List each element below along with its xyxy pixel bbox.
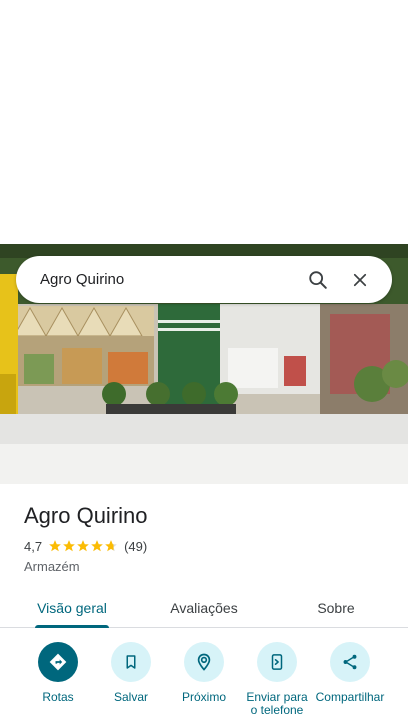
star-icon	[63, 540, 75, 552]
directions-label: Rotas	[42, 690, 74, 704]
save-button[interactable]: Salvar	[94, 642, 168, 704]
share-label: Compartilhar	[315, 690, 385, 704]
send-to-phone-label: Enviar para o telefone	[246, 690, 308, 717]
rating-row[interactable]: 4,7 (49)	[24, 537, 384, 555]
place-title: Agro Quirino	[24, 503, 148, 528]
place-tabs: Visão geral Avaliações Sobre	[0, 588, 408, 628]
star-icon	[105, 540, 117, 552]
tab-about[interactable]: Sobre	[284, 588, 388, 628]
save-label: Salvar	[113, 690, 148, 704]
star-icon	[77, 540, 89, 552]
tab-overview[interactable]: Visão geral	[20, 588, 124, 628]
share-button[interactable]: Compartilhar	[313, 642, 387, 704]
star-icon	[91, 540, 103, 552]
close-icon[interactable]	[342, 262, 378, 298]
star-icon	[49, 540, 61, 552]
directions-button[interactable]: Rotas	[21, 642, 95, 704]
place-info: Agro Quirino 4,7 (49) Armazém	[24, 502, 384, 574]
active-tab-indicator	[35, 625, 109, 628]
directions-icon	[38, 642, 78, 682]
tab-reviews[interactable]: Avaliações	[152, 588, 256, 628]
rating-stars	[48, 539, 118, 553]
nearby-button[interactable]: Próximo	[167, 642, 241, 704]
nearby-label: Próximo	[181, 690, 226, 704]
action-bar: Rotas Salvar Próximo Enviar para o telef…	[0, 642, 408, 728]
search-query[interactable]: Agro Quirino	[40, 271, 300, 288]
rating-value: 4,7	[24, 538, 43, 554]
search-bar[interactable]: Agro Quirino	[16, 256, 392, 303]
bookmark-icon	[111, 642, 151, 682]
place-category[interactable]: Armazém	[24, 559, 384, 574]
send-to-phone-icon	[257, 642, 297, 682]
review-count[interactable]: (49)	[124, 539, 147, 554]
nearby-icon	[184, 642, 224, 682]
share-icon	[330, 642, 370, 682]
search-icon[interactable]	[300, 262, 336, 298]
map-blank-area	[0, 0, 408, 244]
send-to-phone-button[interactable]: Enviar para o telefone	[240, 642, 314, 717]
